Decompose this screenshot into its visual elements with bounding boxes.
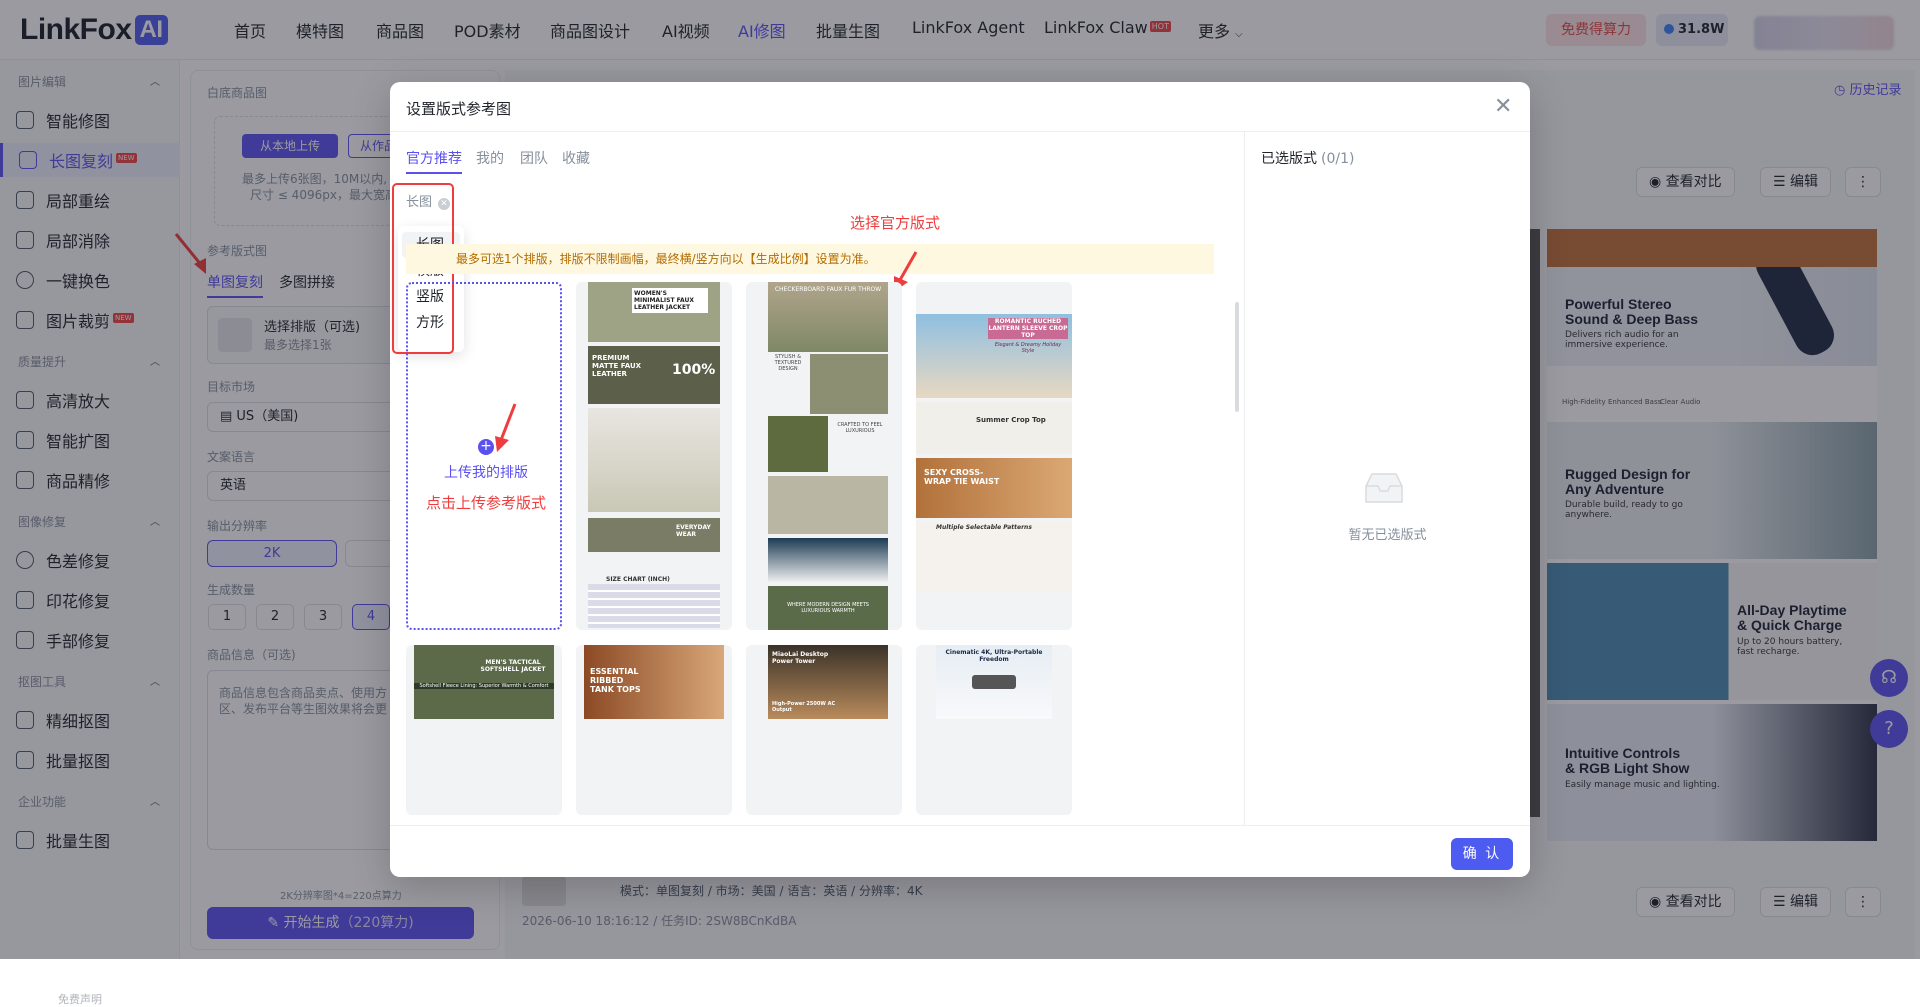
template-photo (588, 408, 720, 512)
annotation-text: 选择官方版式 (850, 214, 941, 232)
modal-title: 设置版式参考图 (406, 100, 512, 118)
tab-mine[interactable]: 我的 (476, 148, 504, 168)
template-subheading: High-Power 2500W AC Output (772, 701, 836, 713)
template-subheading: Softshell Fleece Lining: Superior Warmth… (414, 683, 554, 689)
active-tab-indicator (406, 172, 462, 174)
disclaimer-link[interactable]: 免费声明 (58, 991, 102, 1007)
template-heading: EVERYDAY WEAR (676, 524, 711, 538)
template-photo (916, 458, 1072, 518)
tab-official[interactable]: 官方推荐 (406, 148, 462, 168)
template-heading: PREMIUM MATTE FAUX LEATHER (592, 354, 642, 378)
template-photo (916, 522, 1072, 592)
annotation-arrow (495, 403, 517, 452)
template-card[interactable]: WOMEN'S MINIMALIST FAUX LEATHER JACKET P… (576, 282, 732, 630)
template-heading: STYLISH & TEXTURED DESIGN (774, 354, 802, 372)
template-heading: CRAFTED TO FEEL LUXURIOUS (837, 422, 883, 434)
template-photo (768, 538, 888, 582)
empty-state-text: 暂无已选版式 (1348, 528, 1427, 543)
tab-team[interactable]: 团队 (520, 148, 548, 168)
notice-bar: 最多可选1个排版，排版不限制画幅，最终横/竖方向以【生成比例】设置为准。 (406, 244, 1214, 274)
template-photo (810, 354, 888, 414)
template-heading: MEN'S TACTICAL SOFTSHELL JACKET (480, 659, 546, 673)
template-browser: 官方推荐 我的 团队 收藏 长图✕ 长图 横版 竖版 方形 最多可选1个排版，排… (390, 132, 1245, 825)
confirm-button[interactable]: 确 认 (1451, 838, 1513, 870)
annotation-text: 点击上传参考版式 (425, 494, 546, 512)
empty-inbox-icon (1365, 473, 1403, 503)
template-heading: Multiple Selectable Patterns (936, 524, 1032, 531)
template-heading: Cinematic 4K, Ultra-Portable Freedom (945, 649, 1043, 663)
tab-favorites[interactable]: 收藏 (562, 148, 590, 168)
template-heading: CHECKERBOARD FAUX FUR THROW (774, 286, 882, 293)
template-photo (916, 402, 1072, 454)
upload-my-layout[interactable]: + 上传我的排版 点击上传参考版式 (406, 282, 562, 630)
template-card[interactable]: ESSENTIAL RIBBED TANK TOPS (576, 645, 732, 815)
template-heading: WHERE MODERN DESIGN MEETS LUXURIOUS WARM… (787, 602, 869, 614)
template-heading: MiaoLai Desktop Power Tower (772, 651, 829, 665)
template-heading: Summer Crop Top (976, 416, 1046, 424)
template-card[interactable]: ROMANTIC RUCHED LANTERN SLEEVE CROP TOP … (916, 282, 1072, 630)
close-icon[interactable]: ✕ (1494, 96, 1512, 118)
template-heading: ROMANTIC RUCHED LANTERN SLEEVE CROP TOP (988, 318, 1068, 339)
template-card[interactable]: MiaoLai Desktop Power Tower High-Power 2… (746, 645, 902, 815)
template-photo (768, 416, 828, 472)
selected-layouts-title: 已选版式 (0/1) (1261, 151, 1355, 167)
upload-my-layout-label: 上传我的排版 (444, 465, 528, 481)
template-photo (414, 645, 554, 719)
template-card[interactable]: CHECKERBOARD FAUX FUR THROW STYLISH & TE… (746, 282, 902, 630)
template-heading: WOMEN'S MINIMALIST FAUX LEATHER JACKET (632, 288, 708, 313)
layout-reference-modal: 设置版式参考图 ✕ 官方推荐 我的 团队 收藏 长图✕ 长图 横版 竖版 方形 … (390, 82, 1530, 877)
template-subheading: Elegant & Dreamy Holiday Style (994, 342, 1062, 354)
plus-icon: + (478, 439, 494, 455)
drone-image (972, 675, 1016, 689)
divider (390, 825, 1530, 826)
template-heading: SEXY CROSS-WRAP TIE WAIST (924, 468, 1000, 486)
template-stat: 100% (672, 362, 716, 378)
template-photo (768, 476, 888, 534)
template-card[interactable]: Cinematic 4K, Ultra-Portable Freedom (916, 645, 1072, 815)
scrollbar[interactable] (1235, 302, 1239, 412)
template-table (588, 584, 720, 628)
template-card[interactable]: MEN'S TACTICAL SOFTSHELL JACKET Softshel… (406, 645, 562, 815)
template-heading: ESSENTIAL RIBBED TANK TOPS (590, 667, 641, 694)
template-heading: SIZE CHART (INCH) (606, 576, 670, 583)
